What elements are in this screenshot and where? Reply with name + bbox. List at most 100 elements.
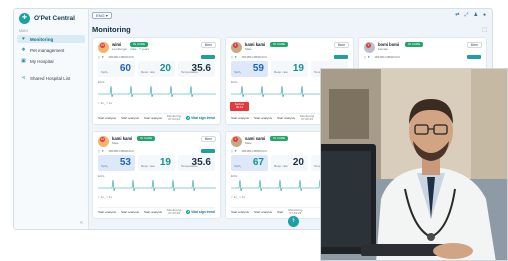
- device-serial: MR4B1C0B2D2C9: [374, 55, 400, 59]
- ecg-waveform: [98, 85, 216, 98]
- vital-spo2: SpO₂ 67: [231, 155, 268, 171]
- meta-time: 07:23:19: [168, 211, 180, 215]
- language-icon[interactable]: ⇄: [455, 12, 459, 18]
- vital-value: 19: [292, 63, 304, 74]
- vital-value: 59: [252, 63, 264, 74]
- vital-value: 20: [159, 63, 171, 74]
- pet-info: Male: [245, 47, 252, 51]
- vital-label: SpO₂: [234, 164, 242, 168]
- start-analysis-button[interactable]: Start analysis: [98, 116, 116, 120]
- more-button[interactable]: More: [200, 136, 216, 142]
- stop-analysis-button[interactable]: Start analysis: [121, 210, 139, 214]
- monitoring-time: Monitoring 07:23:19: [167, 208, 181, 216]
- stop-analysis-button[interactable]: Start analysis: [254, 210, 272, 214]
- pet-info: Male: [245, 141, 252, 145]
- meta-time: 07:26:19: [301, 117, 313, 121]
- monitoring-time: Monitoring 07:26:19: [300, 114, 314, 122]
- graph-button[interactable]: Start analysis: [144, 210, 162, 214]
- graph-button[interactable]: Start analysis: [277, 116, 295, 120]
- heart-monitor-icon: ♥: [22, 35, 25, 42]
- sidebar-item-shared-hospital-list[interactable]: ⋖ Shared Hospital List: [17, 74, 85, 82]
- alarm-count-badge: 2: [233, 137, 238, 142]
- stop-analysis-button[interactable]: Start analysis: [121, 116, 139, 120]
- alarm-count-badge: 3: [366, 43, 371, 48]
- card-footer: Start analysis Start analysis Start anal…: [98, 113, 215, 122]
- sidebar-item-label: Shared Hospital List: [30, 75, 71, 81]
- monitoring-time: Monitoring 07:04:24: [167, 114, 181, 122]
- meta-time: 07:43:23: [289, 211, 302, 215]
- alert-time: 00:41: [236, 105, 243, 110]
- graph-button[interactable]: Start: [277, 210, 283, 214]
- more-button[interactable]: More: [333, 42, 349, 48]
- ecg-scale: < 1x_ > 1x: [231, 195, 246, 199]
- floating-chat-button[interactable]: ⚕: [288, 216, 299, 227]
- notification-icon[interactable]: ♟: [473, 12, 477, 18]
- vital-value: 19: [159, 157, 171, 168]
- heart-icon: ♥: [234, 55, 237, 59]
- brand-logo-icon: ✚: [19, 13, 30, 24]
- expand-icon[interactable]: ⬚: [482, 27, 487, 33]
- vital-trend-link[interactable]: ↗ Vital sign trend: [186, 210, 215, 214]
- share-icon: ⋖: [21, 74, 26, 81]
- sidebar-item-pet-management[interactable]: ❖ Pet management: [17, 46, 85, 54]
- start-analysis-button[interactable]: Start analysis: [98, 210, 116, 214]
- vital-spo2: SpO₂ 53: [98, 155, 135, 171]
- sidebar-item-my-hospital[interactable]: ▣ My Hospital: [17, 57, 85, 65]
- graph-button[interactable]: Start analysis: [144, 116, 162, 120]
- vital-resp: Resp. rate 19: [271, 61, 308, 77]
- monitor-card[interactable]: 10 kami kami IN CARE Male More ▯ ♥ MR4B1C0…: [92, 131, 221, 219]
- monitor-card[interactable]: 10 wimi IN CARE Leonberger · male · 7 ye…: [92, 37, 221, 125]
- stop-analysis-button[interactable]: Start analysis: [254, 116, 272, 120]
- heart-icon: ♥: [101, 149, 104, 153]
- hospital-icon: ▣: [21, 57, 26, 64]
- sidebar-item-label: Pet management: [30, 47, 65, 53]
- sidebar-item-monitoring[interactable]: ♥ Monitoring: [17, 35, 85, 43]
- device-serial: MR4B1C0B2D2C9: [108, 149, 134, 153]
- more-button[interactable]: More: [200, 42, 216, 48]
- trend-icon: ↗: [186, 116, 191, 120]
- vital-resp: Resp. rate 19: [138, 155, 175, 171]
- vital-spo2: SpO₂ 59: [231, 61, 268, 77]
- start-analysis-button[interactable]: Start analysis: [231, 210, 249, 214]
- vital-label: Resp. rate: [274, 164, 288, 168]
- alarm-count-badge: 2: [233, 43, 238, 48]
- vital-value: 35.6: [191, 63, 211, 74]
- seizure-alert[interactable]: Seizure 00:41: [230, 102, 249, 111]
- brand[interactable]: ✚ O'Pet Central: [19, 13, 75, 24]
- pet-info: Female: [378, 47, 389, 51]
- alarm-count-badge: 10: [100, 137, 105, 142]
- vital-resp: Resp. rate 20: [138, 61, 175, 77]
- sidebar-item-label: Monitoring: [30, 36, 54, 42]
- vital-trend-label: Vital sign trend: [191, 116, 215, 120]
- vital-label: SpO₂: [234, 70, 242, 74]
- user-icon[interactable]: ●: [483, 12, 486, 18]
- collapse-sidebar-button[interactable]: «: [80, 220, 83, 226]
- menu-heading: MAIN: [19, 29, 28, 33]
- vital-value: 35.6: [191, 157, 211, 168]
- doctor-photo: [320, 68, 508, 261]
- vital-label: SpO₂: [101, 70, 109, 74]
- pet-info: Leonberger · male · 7 years: [112, 47, 150, 51]
- status-badge: IN CARE: [270, 136, 289, 141]
- top-bar: ENG ▾ ⇄ ⤢ ♟ ●: [89, 9, 492, 22]
- more-button[interactable]: More: [466, 42, 482, 48]
- heart-icon: ♥: [367, 55, 370, 59]
- vital-spo2: SpO₂ 60: [98, 61, 135, 77]
- vital-trend-label: Vital sign trend: [191, 210, 215, 214]
- ecg-waveform: [98, 179, 216, 192]
- start-analysis-button[interactable]: Start analysis: [231, 116, 249, 120]
- vital-resp: Resp. rate 20: [271, 155, 308, 171]
- trend-icon: ↗: [186, 210, 191, 214]
- device-row: ▯ ♥ MR4B1C0B2D2C9: [231, 55, 267, 59]
- vital-label: Resp. rate: [141, 70, 155, 74]
- vital-trend-link[interactable]: ↗ Vital sign trend: [186, 116, 215, 120]
- card-footer: Start analysis Start analysis Start anal…: [98, 207, 215, 216]
- fullscreen-icon[interactable]: ⤢: [464, 12, 468, 18]
- battery-icon: [334, 55, 348, 59]
- device-icon: ▯: [231, 55, 233, 59]
- device-icon: ▯: [364, 55, 366, 59]
- device-icon: ▯: [98, 55, 100, 59]
- ward-select[interactable]: ENG ▾: [92, 12, 112, 19]
- device-icon: ▯: [231, 149, 233, 153]
- vital-label: Resp. rate: [274, 70, 288, 74]
